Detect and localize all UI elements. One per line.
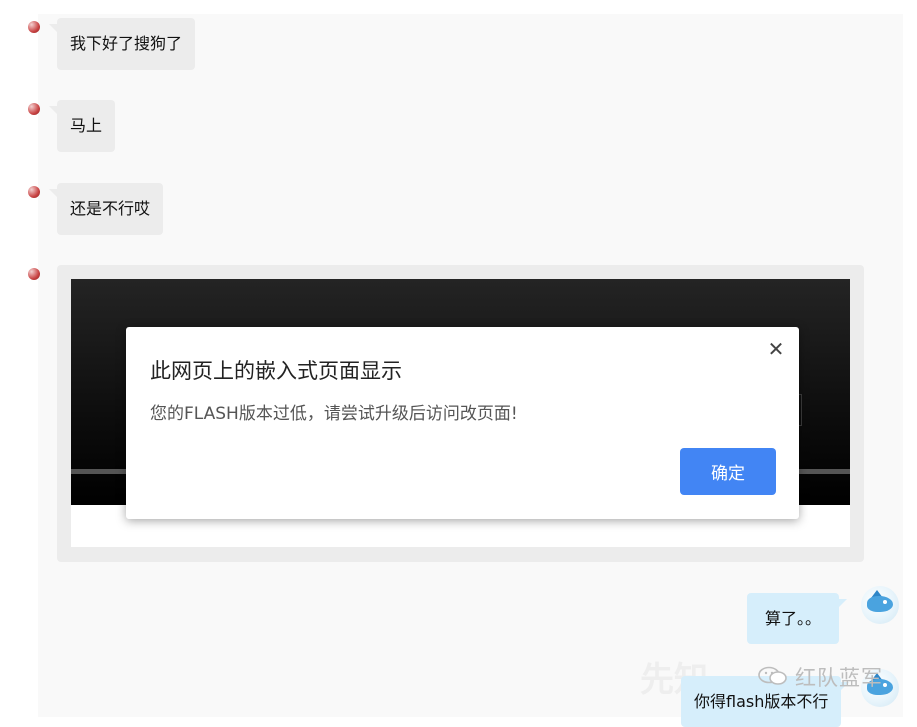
contact-avatar[interactable]	[26, 100, 44, 122]
fish-eye-icon	[883, 683, 887, 687]
close-icon[interactable]: ✕	[764, 337, 788, 361]
message-text: 你得flash版本不行	[694, 692, 829, 711]
message-text: 马上	[70, 116, 103, 135]
watermark-text: 红队蓝军	[795, 666, 883, 690]
fish-eye-icon	[883, 600, 887, 604]
message-text: 还是不行哎	[70, 199, 151, 218]
message-bubble[interactable]: 我下好了搜狗了	[48, 18, 196, 70]
message-bubble[interactable]: 马上	[48, 100, 116, 152]
message-text: 算了。。	[765, 609, 822, 628]
message-bubble[interactable]: 还是不行哎	[48, 183, 164, 235]
fish-icon	[867, 596, 893, 612]
message-bubble[interactable]: 算了。。	[747, 593, 848, 644]
ok-button[interactable]: 确定	[680, 448, 776, 495]
wechat-icon	[758, 666, 787, 685]
dialog-title: 此网页上的嵌入式页面显示	[150, 359, 402, 383]
user-avatar[interactable]	[861, 586, 899, 624]
contact-avatar[interactable]	[26, 183, 44, 205]
message-text: 我下好了搜狗了	[70, 34, 183, 53]
alert-dialog: 此网页上的嵌入式页面显示 您的FLASH版本过低，请尝试升级后访问改页面! ✕ …	[126, 327, 799, 519]
dialog-message: 您的FLASH版本过低，请尝试升级后访问改页面!	[150, 404, 518, 424]
contact-avatar[interactable]	[26, 265, 44, 287]
contact-avatar[interactable]	[26, 18, 44, 40]
